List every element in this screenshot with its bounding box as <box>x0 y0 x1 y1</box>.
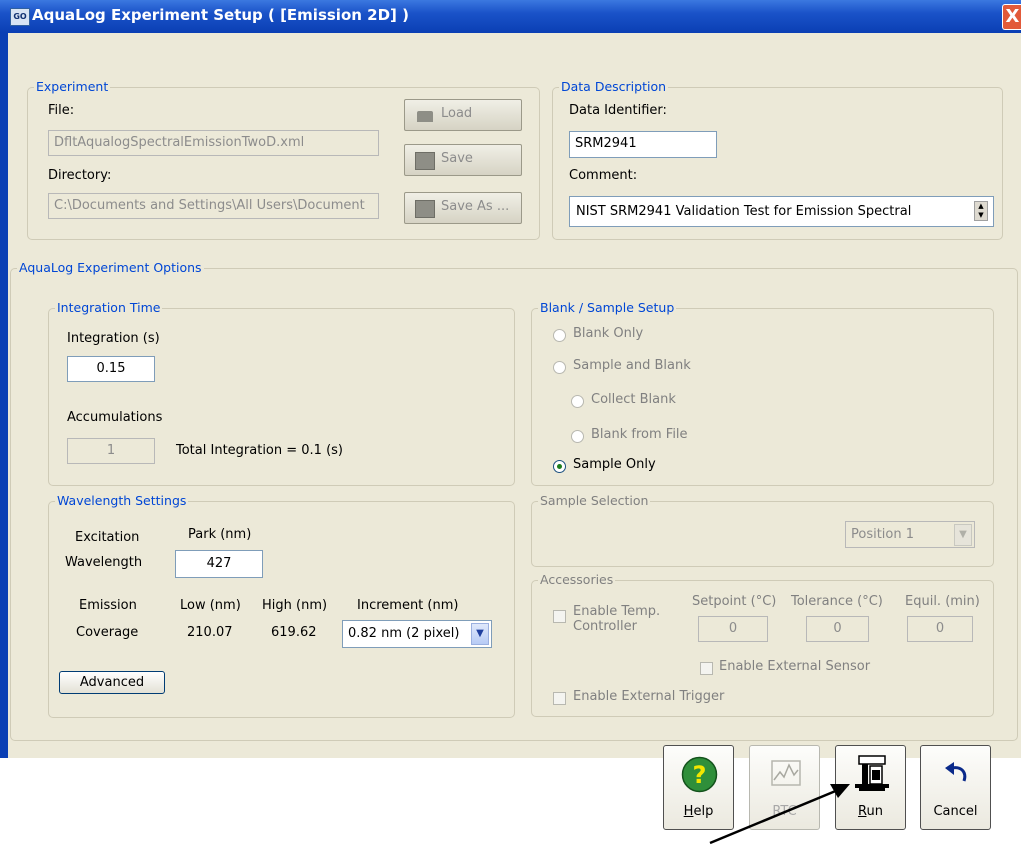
sample-only-radio[interactable] <box>553 460 566 473</box>
position-dropdown-value: Position 1 <box>851 527 915 542</box>
external-trigger-label: Enable External Trigger <box>573 689 725 704</box>
chevron-down-icon[interactable]: ▼ <box>954 524 972 546</box>
save-button-label: Save <box>441 151 473 166</box>
undo-arrow-icon <box>945 762 967 782</box>
coverage-label: Coverage <box>76 625 139 640</box>
setpoint-field[interactable]: 0 <box>698 616 768 642</box>
wavelength-field[interactable]: 427 <box>175 550 263 578</box>
low-label: Low (nm) <box>180 598 241 613</box>
blank-only-label: Blank Only <box>573 326 644 341</box>
blank-sample-legend: Blank / Sample Setup <box>540 300 675 315</box>
save-as-button-label: Save As ... <box>441 199 510 214</box>
save-as-button[interactable]: Save As ... <box>404 192 522 224</box>
setpoint-label: Setpoint (°C) <box>692 594 777 609</box>
blank-from-file-label: Blank from File <box>591 427 688 442</box>
increment-dropdown[interactable]: 0.82 nm (2 pixel) <box>342 620 492 648</box>
wavelength-label: Wavelength <box>65 555 143 570</box>
equil-label: Equil. (min) <box>905 594 980 609</box>
directory-field[interactable]: C:\Documents and Settings\All Users\Docu… <box>48 193 379 219</box>
integration-field[interactable]: 0.15 <box>67 356 155 382</box>
enable-temp-label: Enable Temp. Controller <box>573 604 660 634</box>
accumulations-label: Accumulations <box>67 410 163 425</box>
advanced-button[interactable]: Advanced <box>59 671 165 694</box>
floppy-icon <box>415 200 435 218</box>
blank-from-file-radio[interactable] <box>571 430 584 443</box>
annotation-arrow <box>709 784 850 845</box>
collect-blank-label: Collect Blank <box>591 392 676 407</box>
file-label: File: <box>48 103 75 118</box>
close-button[interactable]: X <box>1002 4 1021 30</box>
increment-dropdown-value: 0.82 nm (2 pixel) <box>348 626 460 641</box>
enable-temp-label-line2: Controller <box>573 619 637 634</box>
directory-label: Directory: <box>48 168 112 183</box>
comment-label: Comment: <box>569 168 638 183</box>
data-identifier-field[interactable]: SRM2941 <box>569 131 717 158</box>
increment-label: Increment (nm) <box>357 598 459 613</box>
sample-selection-legend: Sample Selection <box>540 493 649 508</box>
enable-temp-checkbox[interactable] <box>553 610 566 623</box>
window-title: AquaLog Experiment Setup ( [Emission 2D]… <box>32 6 409 24</box>
high-value: 619.62 <box>271 625 317 640</box>
app-icon: GO <box>10 8 30 26</box>
cancel-button[interactable]: Cancel <box>920 745 991 830</box>
park-label: Park (nm) <box>188 527 252 542</box>
tolerance-field[interactable]: 0 <box>806 616 869 642</box>
tolerance-label: Tolerance (°C) <box>791 594 883 609</box>
window-left-border <box>0 33 8 758</box>
experiment-legend: Experiment <box>36 79 109 94</box>
file-field[interactable]: DfltAqualogSpectralEmissionTwoD.xml <box>48 130 379 156</box>
high-label: High (nm) <box>262 598 328 613</box>
folder-icon <box>417 111 433 122</box>
wavelength-settings-legend: Wavelength Settings <box>57 493 187 508</box>
comment-field[interactable]: NIST SRM2941 Validation Test for Emissio… <box>569 196 994 227</box>
low-value: 210.07 <box>187 625 233 640</box>
enable-temp-label-line1: Enable Temp. <box>573 604 661 619</box>
external-trigger-checkbox[interactable] <box>553 692 566 705</box>
load-button-label: Load <box>441 106 473 121</box>
sample-only-label: Sample Only <box>573 457 656 472</box>
advanced-button-label: Advanced <box>79 675 145 690</box>
data-description-legend: Data Description <box>561 79 667 94</box>
floppy-icon <box>415 152 435 170</box>
external-sensor-label: Enable External Sensor <box>719 659 871 674</box>
chevron-down-icon[interactable]: ▼ <box>471 623 489 645</box>
external-sensor-checkbox[interactable] <box>700 662 713 675</box>
total-integration-text: Total Integration = 0.1 (s) <box>176 443 344 458</box>
experiment-options-legend: AquaLog Experiment Options <box>19 260 202 275</box>
load-button[interactable]: Load <box>404 99 522 131</box>
accessories-legend: Accessories <box>540 572 614 587</box>
comment-scroll-spinner[interactable]: ▲ ▼ <box>974 201 988 221</box>
integration-time-legend: Integration Time <box>57 300 161 315</box>
accumulations-field[interactable]: 1 <box>67 438 155 464</box>
blank-only-radio[interactable] <box>553 329 566 342</box>
integration-label: Integration (s) <box>67 331 160 346</box>
collect-blank-radio[interactable] <box>571 395 584 408</box>
equil-field[interactable]: 0 <box>907 616 973 642</box>
emission-label: Emission <box>79 598 137 613</box>
excitation-label: Excitation <box>75 530 140 545</box>
cancel-button-label: Cancel <box>933 804 978 819</box>
data-identifier-label: Data Identifier: <box>569 103 667 118</box>
sample-and-blank-radio[interactable] <box>553 361 566 374</box>
sample-and-blank-label: Sample and Blank <box>573 358 691 373</box>
title-bar[interactable]: GO AquaLog Experiment Setup ( [Emission … <box>0 0 1021 33</box>
save-button[interactable]: Save <box>404 144 522 176</box>
